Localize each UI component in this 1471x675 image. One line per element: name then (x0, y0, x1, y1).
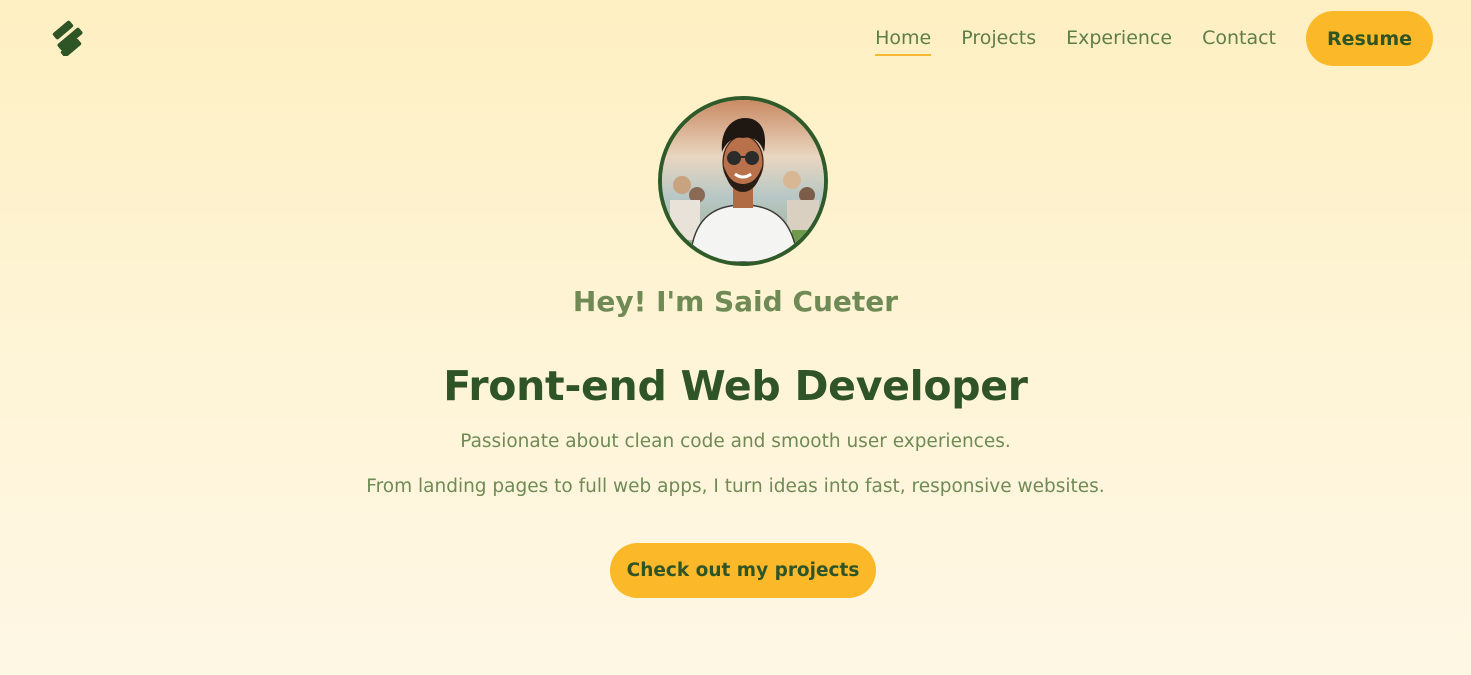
hero-greeting: Hey! I'm Said Cueter (572, 285, 899, 318)
hero-subtitle-1: Passionate about clean code and smooth u… (460, 431, 1011, 452)
resume-button[interactable]: Resume (1306, 11, 1433, 66)
check-projects-button[interactable]: Check out my projects (610, 543, 876, 598)
profile-avatar (658, 96, 828, 266)
nav-projects-link[interactable]: Projects (961, 29, 1036, 48)
nav-experience-link[interactable]: Experience (1066, 29, 1172, 48)
logo-icon[interactable] (50, 20, 88, 58)
nav-home-link[interactable]: Home (875, 29, 932, 56)
hero-title: Front-end Web Developer (443, 362, 1028, 410)
nav-contact-link[interactable]: Contact (1202, 29, 1276, 48)
hero-subtitle-2: From landing pages to full web apps, I t… (366, 476, 1105, 497)
main-nav: Home Projects Experience Contact Resume (875, 11, 1433, 66)
